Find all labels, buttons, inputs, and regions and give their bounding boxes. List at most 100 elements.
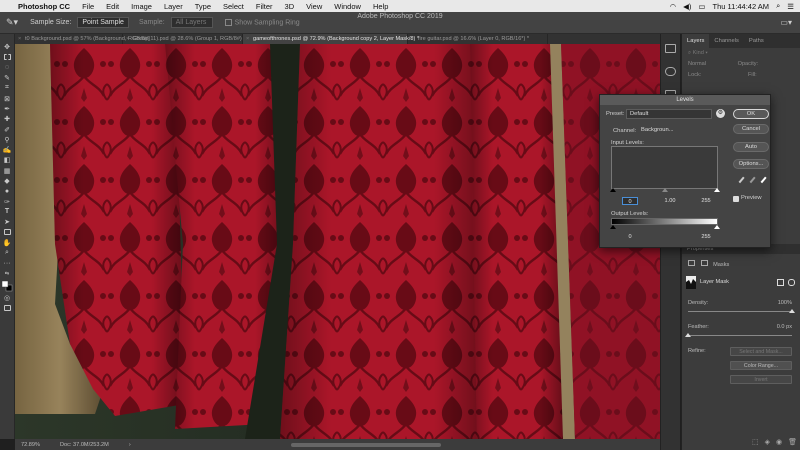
input-gamma-slider[interactable] — [662, 188, 668, 192]
density-slider-knob[interactable] — [789, 309, 795, 313]
menu-filter[interactable]: Filter — [250, 2, 279, 11]
adjustments-panel-icon[interactable] — [665, 67, 676, 76]
history-panel-icon[interactable] — [665, 44, 676, 53]
blend-mode-select[interactable]: Normal — [688, 61, 706, 67]
hand-tool-icon[interactable]: ✋ — [1, 238, 13, 248]
select-and-mask-button[interactable]: Select and Mask... — [730, 347, 792, 356]
close-icon[interactable]: × — [126, 34, 129, 44]
brush-tool-icon[interactable]: ✐ — [1, 124, 13, 134]
marquee-tool-icon[interactable] — [1, 52, 13, 62]
trash-icon[interactable]: 🗑 — [788, 438, 797, 446]
channel-select[interactable]: Backgroun... — [638, 126, 674, 136]
input-black-slider[interactable] — [610, 188, 616, 192]
doc-size[interactable]: Doc: 37.0M/253.2M — [60, 442, 109, 448]
show-sampling-ring-option[interactable]: Show Sampling Ring — [224, 18, 300, 26]
move-tool-icon[interactable]: ✥ — [1, 42, 13, 52]
feather-value[interactable]: 0.0 px — [777, 324, 792, 330]
doc-tab-active[interactable]: × gameofthrones.psd @ 72.9% (Background c… — [243, 34, 419, 44]
menu-list-icon[interactable]: ☰ — [787, 2, 794, 11]
clock[interactable]: Thu 11:44:42 AM — [712, 2, 769, 11]
healing-brush-tool-icon[interactable]: ✚ — [1, 114, 13, 124]
pen-tool-icon[interactable]: ✑ — [1, 196, 13, 206]
path-selection-tool-icon[interactable]: ➤ — [1, 217, 13, 227]
clone-stamp-tool-icon[interactable]: ⚲ — [1, 135, 13, 145]
more-tools-icon[interactable]: ··· — [1, 258, 13, 268]
rectangle-tool-icon[interactable] — [1, 227, 13, 237]
doc-tab[interactable]: × t0 Background.psd @ 57% (Background, RG… — [15, 34, 150, 44]
zoom-tool-icon[interactable]: ⌕ — [1, 248, 13, 258]
load-selection-icon[interactable]: ⬚ — [752, 438, 759, 446]
eyedropper-tool-preset-icon[interactable]: ✎▾ — [6, 17, 18, 28]
layer-mask-thumbnail[interactable] — [686, 275, 696, 289]
menu-type[interactable]: Type — [189, 2, 217, 11]
apply-mask-icon[interactable]: ◈ — [765, 438, 770, 446]
output-black-field[interactable]: 0 — [622, 233, 638, 241]
menu-help[interactable]: Help — [367, 2, 394, 11]
quick-mask-icon[interactable]: ◎ — [1, 293, 13, 303]
type-tool-icon[interactable]: T — [1, 207, 13, 217]
swap-colors-icon[interactable]: ⇆ — [1, 269, 13, 279]
menu-select[interactable]: Select — [217, 2, 250, 11]
lasso-tool-icon[interactable]: ◌ — [1, 63, 13, 73]
screen-mode-icon[interactable] — [1, 303, 13, 313]
ok-button[interactable]: OK — [733, 109, 769, 119]
eraser-tool-icon[interactable]: ◧ — [1, 155, 13, 165]
menu-image[interactable]: Image — [125, 2, 158, 11]
preset-select[interactable]: Default — [626, 109, 712, 119]
volume-icon[interactable]: ◀) — [683, 2, 691, 11]
layer-filter-row[interactable]: ⌕ Kind ▾ — [682, 48, 800, 59]
auto-button[interactable]: Auto — [733, 142, 769, 152]
menu-file[interactable]: File — [76, 2, 100, 11]
cancel-button[interactable]: Cancel — [733, 124, 769, 134]
blur-tool-icon[interactable]: ◆ — [1, 176, 13, 186]
history-brush-tool-icon[interactable]: ✍ — [1, 145, 13, 155]
input-white-field[interactable]: 255 — [698, 197, 714, 205]
tab-layers[interactable]: Layers — [682, 34, 710, 48]
sample-select[interactable]: All Layers — [170, 17, 213, 28]
density-value[interactable]: 100% — [778, 300, 792, 306]
dodge-tool-icon[interactable]: ● — [1, 186, 13, 196]
output-white-slider[interactable] — [714, 225, 720, 229]
menu-layer[interactable]: Layer — [158, 2, 189, 11]
eyedropper-tool-icon[interactable]: ✒ — [1, 104, 13, 114]
workspace-icon[interactable]: ▭▾ — [780, 18, 792, 27]
close-icon[interactable]: × — [411, 34, 414, 44]
visibility-eye-icon[interactable]: ◉ — [776, 438, 782, 446]
vector-mask-add-icon[interactable] — [788, 278, 795, 286]
tab-paths[interactable]: Paths — [744, 34, 769, 48]
output-white-field[interactable]: 255 — [698, 233, 714, 241]
gray-point-eyedropper-icon[interactable] — [749, 176, 760, 187]
input-white-slider[interactable] — [714, 188, 720, 192]
options-button[interactable]: Options... — [733, 159, 769, 169]
preview-checkbox[interactable] — [733, 196, 739, 202]
pixel-mask-icon[interactable] — [688, 260, 695, 266]
menu-app-name[interactable]: Photoshop CC — [16, 2, 76, 11]
tab-channels[interactable]: Channels — [709, 34, 744, 48]
gradient-tool-icon[interactable]: ▦ — [1, 166, 13, 176]
feather-slider-knob[interactable] — [685, 333, 691, 337]
frame-tool-icon[interactable]: ⊠ — [1, 93, 13, 103]
invert-button[interactable]: Invert — [730, 375, 792, 384]
preset-options-gear-icon[interactable]: ⚙ — [716, 109, 725, 118]
close-icon[interactable]: × — [18, 34, 21, 44]
black-point-eyedropper-icon[interactable] — [738, 176, 749, 187]
show-sampling-ring-checkbox[interactable] — [224, 18, 232, 26]
color-swatches-icon[interactable] — [1, 279, 13, 293]
battery-icon[interactable]: ▭ — [698, 2, 705, 11]
horizontal-scrollbar[interactable] — [290, 442, 441, 447]
crop-tool-icon[interactable]: ⌗ — [1, 83, 13, 93]
menu-edit[interactable]: Edit — [100, 2, 125, 11]
quick-select-tool-icon[interactable]: ✎ — [1, 73, 13, 83]
menu-window[interactable]: Window — [328, 2, 367, 11]
menu-3d[interactable]: 3D — [279, 2, 301, 11]
input-gamma-field[interactable]: 1.00 — [662, 197, 678, 205]
status-menu-chevron-icon[interactable]: › — [129, 442, 131, 448]
document-canvas[interactable] — [15, 44, 660, 439]
density-slider[interactable] — [688, 309, 795, 313]
output-black-slider[interactable] — [610, 225, 616, 229]
color-range-button[interactable]: Color Range... — [730, 361, 792, 370]
doc-tab[interactable]: × fire guitar.psd @ 16.6% (Layer 0, RGB/1… — [408, 34, 548, 44]
feather-slider[interactable] — [685, 333, 792, 337]
search-icon[interactable]: ⌕ — [776, 1, 780, 11]
close-icon[interactable]: × — [246, 34, 249, 44]
